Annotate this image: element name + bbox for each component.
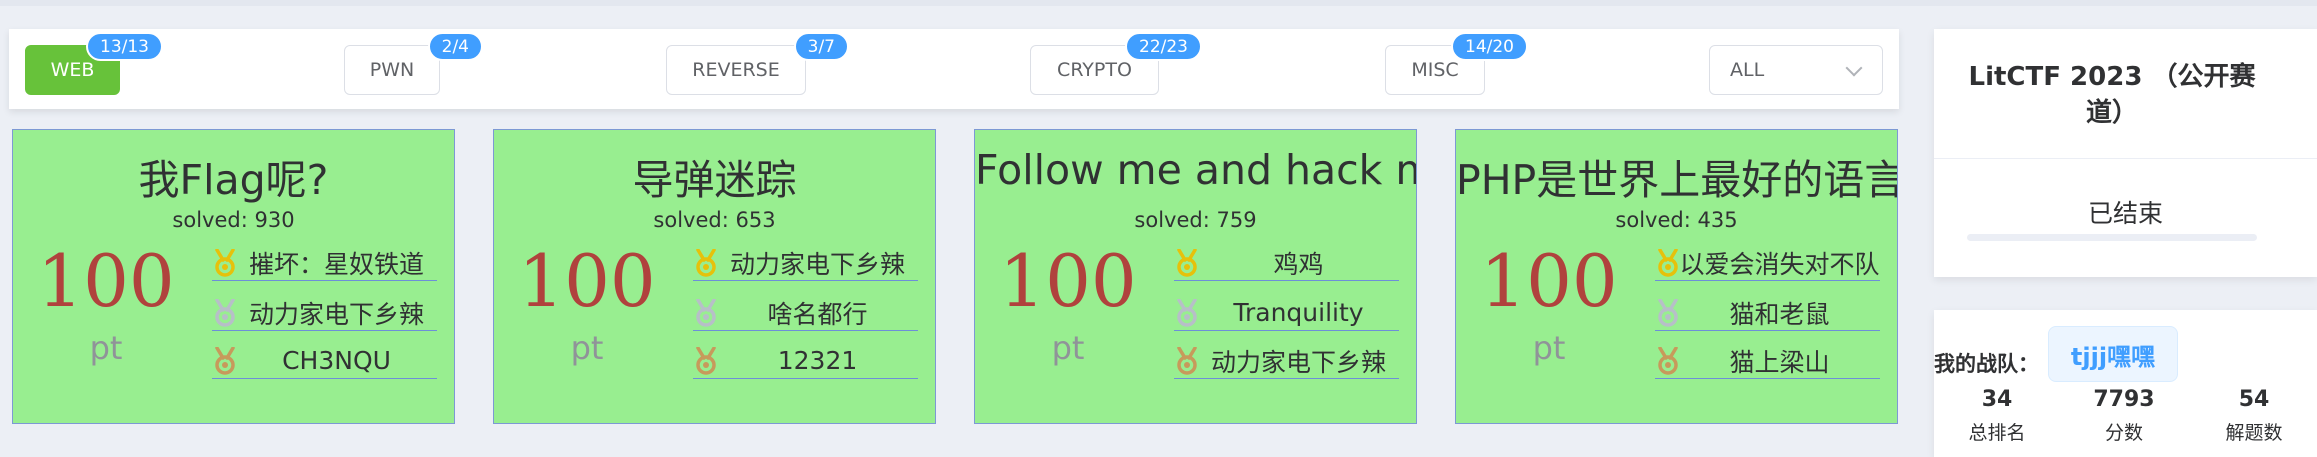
my-team-panel: 我的战队： tjjj嘿嘿 34 总排名 7793 分数 54 解题数 bbox=[1934, 310, 2317, 457]
bronze-medal-icon bbox=[695, 345, 717, 375]
challenge-title: 我Flag呢? bbox=[138, 156, 329, 204]
rank-row-third: CH3NQU bbox=[212, 343, 437, 379]
contest-title: LitCTF 2023 （公开赛道） bbox=[1968, 62, 2256, 128]
stat-solved: 54 解题数 bbox=[2199, 387, 2309, 445]
rank-team-name: 啥名都行 bbox=[767, 299, 868, 329]
stat-label: 解题数 bbox=[2225, 422, 2283, 444]
rank-team-name: 动力家电下乡辣 bbox=[1210, 347, 1386, 377]
rank-team-name: 摧坏：星奴铁道 bbox=[248, 249, 424, 279]
challenge-points: 100 bbox=[518, 239, 656, 323]
challenge-solved-count: solved: 759 bbox=[1134, 208, 1257, 232]
bronze-medal-icon bbox=[1176, 345, 1198, 375]
tab-reverse[interactable]: REVERSE 3/7 bbox=[666, 32, 849, 95]
divider bbox=[1934, 158, 2317, 159]
tab-badge: 14/20 bbox=[1451, 32, 1528, 61]
silver-medal-icon bbox=[214, 297, 236, 327]
challenge-title: 导弹迷踪 bbox=[632, 156, 797, 204]
challenge-points: 100 bbox=[37, 239, 175, 323]
challenge-card[interactable]: 导弹迷踪 solved: 653 100 pt 动力家电下乡辣 啥名都行 123… bbox=[493, 129, 936, 424]
challenge-title: PHP是世界上最好的语言! bbox=[1456, 156, 1898, 204]
points-unit: pt bbox=[570, 329, 604, 367]
tab-badge: 22/23 bbox=[1125, 32, 1202, 61]
rank-row-second: 动力家电下乡辣 bbox=[212, 295, 437, 331]
rank-team-name: 以爱会消失对不队 bbox=[1679, 249, 1880, 279]
bronze-medal-icon bbox=[214, 345, 236, 375]
filter-value: ALL bbox=[1730, 59, 1765, 81]
silver-medal-icon bbox=[1176, 297, 1198, 327]
challenge-solved-count: solved: 930 bbox=[172, 208, 295, 232]
chevron-down-icon bbox=[1845, 59, 1863, 77]
my-team-label: 我的战队： bbox=[1934, 352, 2039, 376]
rank-team-name: 12321 bbox=[777, 346, 858, 375]
tab-label: PWN bbox=[369, 59, 415, 81]
rank-team-name: 动力家电下乡辣 bbox=[729, 249, 905, 279]
tab-web[interactable]: WEB 13/13 bbox=[25, 32, 163, 95]
bronze-medal-icon bbox=[1657, 345, 1679, 375]
gold-medal-icon bbox=[214, 247, 236, 277]
tab-badge: 13/13 bbox=[86, 32, 163, 61]
rank-row-third: 12321 bbox=[693, 343, 918, 379]
tab-label: MISC bbox=[1411, 59, 1459, 81]
rank-team-name: 鸡鸡 bbox=[1273, 249, 1324, 279]
team-name-tag[interactable]: tjjj嘿嘿 bbox=[2048, 326, 2178, 382]
stat-label: 分数 bbox=[2104, 422, 2143, 444]
challenge-points: 100 bbox=[999, 239, 1137, 323]
stat-label: 总排名 bbox=[1968, 422, 2026, 444]
rank-row-second: 猫和老鼠 bbox=[1655, 295, 1880, 331]
points-unit: pt bbox=[89, 329, 123, 367]
tab-label: REVERSE bbox=[692, 59, 780, 81]
rank-row-first: 摧坏：星奴铁道 bbox=[212, 245, 437, 281]
tab-badge: 3/7 bbox=[793, 32, 849, 61]
silver-medal-icon bbox=[695, 297, 717, 327]
tab-badge: 2/4 bbox=[427, 32, 483, 61]
stat-rank: 34 总排名 bbox=[1942, 387, 2052, 445]
silver-medal-icon bbox=[1657, 297, 1679, 327]
challenge-title: Follow me and hack me bbox=[975, 146, 1417, 194]
rank-team-name: CH3NQU bbox=[282, 346, 391, 375]
rank-team-name: 猫和老鼠 bbox=[1729, 299, 1830, 329]
top-strip bbox=[0, 0, 2317, 6]
category-tab-bar: WEB 13/13 PWN 2/4 REVERSE 3/7 CRYPTO 22/… bbox=[9, 29, 1899, 109]
rank-row-second: 啥名都行 bbox=[693, 295, 918, 331]
points-unit: pt bbox=[1051, 329, 1085, 367]
challenge-solved-count: solved: 653 bbox=[653, 208, 776, 232]
stat-value: 54 bbox=[2238, 387, 2270, 412]
tab-misc[interactable]: MISC 14/20 bbox=[1385, 32, 1528, 95]
rank-team-name: 动力家电下乡辣 bbox=[248, 299, 424, 329]
rank-row-first: 鸡鸡 bbox=[1174, 245, 1399, 281]
challenge-card[interactable]: 我Flag呢? solved: 930 100 pt 摧坏：星奴铁道 动力家电下… bbox=[12, 129, 455, 424]
rank-team-name: Tranquility bbox=[1233, 298, 1364, 327]
rank-team-name: 猫上梁山 bbox=[1729, 347, 1830, 377]
tab-pwn[interactable]: PWN 2/4 bbox=[344, 32, 483, 95]
gold-medal-icon bbox=[1657, 247, 1679, 277]
tab-label: WEB bbox=[50, 59, 95, 81]
points-unit: pt bbox=[1532, 329, 1566, 367]
rank-row-first: 以爱会消失对不队 bbox=[1655, 245, 1880, 281]
stat-score: 7793 分数 bbox=[2069, 387, 2179, 445]
gold-medal-icon bbox=[695, 247, 717, 277]
tab-label: CRYPTO bbox=[1057, 59, 1132, 81]
tab-crypto[interactable]: CRYPTO 22/23 bbox=[1030, 32, 1202, 95]
rank-row-third: 动力家电下乡辣 bbox=[1174, 343, 1399, 379]
rank-row-first: 动力家电下乡辣 bbox=[693, 245, 918, 281]
contest-info-panel: LitCTF 2023 （公开赛道） 已结束 bbox=[1934, 29, 2317, 277]
contest-status: 已结束 bbox=[2087, 199, 2163, 228]
stat-value: 34 bbox=[1981, 387, 2013, 412]
challenge-card[interactable]: Follow me and hack me solved: 759 100 pt… bbox=[974, 129, 1417, 424]
stat-value: 7793 bbox=[2093, 387, 2155, 412]
rank-row-third: 猫上梁山 bbox=[1655, 343, 1880, 379]
rank-row-second: Tranquility bbox=[1174, 295, 1399, 331]
challenge-solved-count: solved: 435 bbox=[1615, 208, 1738, 232]
category-filter-select[interactable]: ALL bbox=[1709, 45, 1883, 95]
contest-progress-bar bbox=[1967, 234, 2257, 241]
challenge-card[interactable]: PHP是世界上最好的语言! solved: 435 100 pt 以爱会消失对不… bbox=[1455, 129, 1898, 424]
challenge-points: 100 bbox=[1480, 239, 1618, 323]
gold-medal-icon bbox=[1176, 247, 1198, 277]
